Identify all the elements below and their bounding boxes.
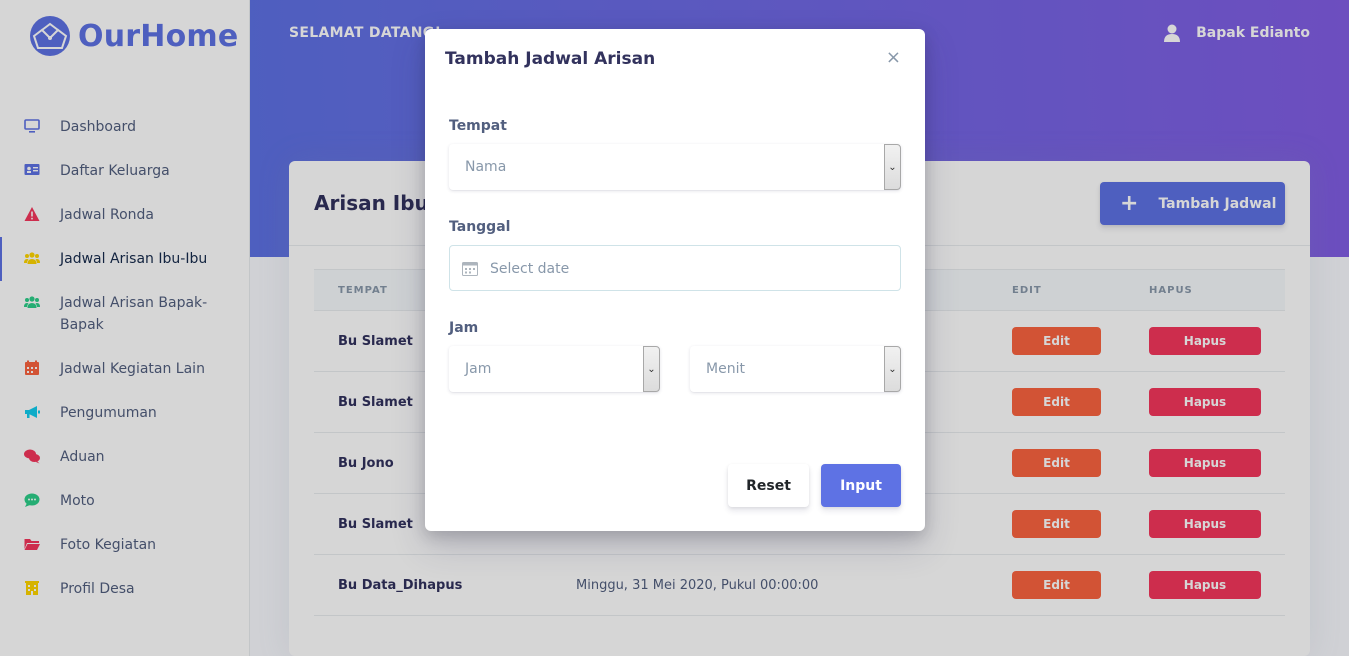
date-placeholder: Select date bbox=[490, 261, 570, 277]
calendar-icon bbox=[462, 262, 478, 276]
minute-select[interactable]: Menit ⌄ bbox=[690, 346, 901, 392]
reset-button[interactable]: Reset bbox=[728, 464, 809, 507]
place-select[interactable]: Nama ⌄ bbox=[449, 144, 901, 190]
chevron-down-icon: ⌄ bbox=[884, 346, 901, 392]
place-select-value: Nama bbox=[465, 159, 507, 175]
time-label: Jam bbox=[449, 320, 479, 336]
chevron-down-icon: ⌄ bbox=[884, 144, 901, 190]
place-label: Tempat bbox=[449, 118, 507, 134]
minute-select-value: Menit bbox=[706, 361, 745, 377]
hour-select-value: Jam bbox=[465, 361, 492, 377]
modal-title: Tambah Jadwal Arisan bbox=[445, 49, 656, 69]
add-schedule-modal: Tambah Jadwal Arisan × Tempat Nama ⌄ Tan… bbox=[425, 29, 925, 531]
date-label: Tanggal bbox=[449, 219, 511, 235]
chevron-down-icon: ⌄ bbox=[643, 346, 660, 392]
close-icon[interactable]: × bbox=[886, 47, 901, 68]
hour-select[interactable]: Jam ⌄ bbox=[449, 346, 660, 392]
input-button[interactable]: Input bbox=[821, 464, 901, 507]
date-input[interactable]: Select date bbox=[449, 245, 901, 291]
